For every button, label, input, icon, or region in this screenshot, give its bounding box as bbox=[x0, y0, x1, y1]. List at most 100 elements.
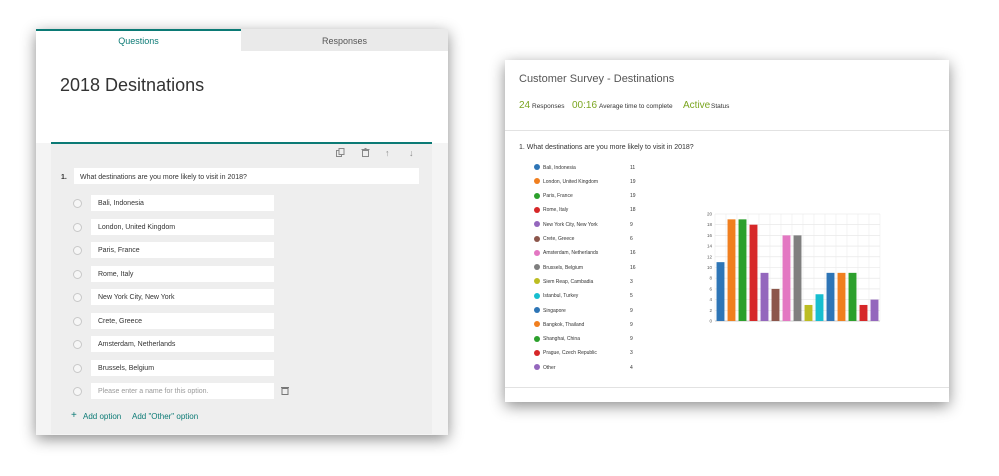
legend-count: 3 bbox=[630, 278, 633, 285]
form-header: 2018 Desitnations bbox=[36, 51, 448, 143]
chart-bar[interactable] bbox=[815, 294, 824, 321]
legend-count: 16 bbox=[630, 264, 636, 271]
chart-bar[interactable] bbox=[793, 235, 802, 321]
y-tick-label: 12 bbox=[707, 254, 713, 259]
legend-swatch bbox=[534, 235, 540, 242]
option-radio[interactable] bbox=[73, 363, 82, 373]
chart-bar[interactable] bbox=[837, 272, 846, 321]
y-tick-label: 6 bbox=[709, 286, 712, 291]
legend-swatch bbox=[534, 221, 540, 228]
legend-swatch bbox=[534, 164, 540, 170]
legend-swatch bbox=[534, 264, 540, 271]
legend-swatch bbox=[534, 278, 540, 285]
legend-label: Istanbul, Turkey bbox=[543, 293, 579, 300]
legend-label: New York City, New York bbox=[543, 221, 598, 228]
chart-bar[interactable] bbox=[716, 262, 725, 321]
legend-label: Bangkok, Thailand bbox=[543, 321, 585, 328]
chart-bar[interactable] bbox=[782, 235, 791, 321]
divider bbox=[505, 387, 949, 388]
legend-swatch bbox=[534, 192, 540, 199]
summary-question-text: 1. What destinations are you more likely… bbox=[519, 144, 694, 151]
tab-questions[interactable]: Questions bbox=[36, 29, 241, 51]
option-label: Bali, Indonesia bbox=[98, 200, 144, 207]
legend-count: 16 bbox=[630, 250, 636, 257]
option-radio[interactable] bbox=[73, 269, 82, 279]
option-label: Brussels, Belgium bbox=[98, 364, 155, 372]
option-label: New York City, New York bbox=[98, 294, 175, 301]
legend-count: 9 bbox=[630, 307, 633, 314]
new-option-placeholder: Please enter a name for this option. bbox=[98, 388, 209, 395]
y-tick-label: 10 bbox=[707, 265, 713, 270]
chart-bar[interactable] bbox=[760, 272, 769, 321]
legend-label: Paris, France bbox=[543, 193, 573, 200]
y-tick-label: 16 bbox=[707, 233, 713, 238]
option-label: Crete, Greece bbox=[98, 317, 142, 325]
trash-icon[interactable] bbox=[361, 148, 370, 159]
survey-title: Customer Survey - Destinations bbox=[519, 73, 675, 85]
legend-swatch bbox=[534, 321, 540, 328]
legend-swatch bbox=[534, 307, 540, 313]
chart-bar[interactable] bbox=[804, 304, 813, 321]
chart-bar[interactable] bbox=[738, 219, 747, 321]
legend-swatch bbox=[534, 349, 540, 356]
arrow-up-icon[interactable]: ↑ bbox=[385, 148, 390, 158]
responses-count: 24 bbox=[519, 100, 531, 111]
trash-icon[interactable] bbox=[281, 386, 289, 397]
legend-label: Bali, Indonesia bbox=[543, 164, 576, 171]
legend-count: 9 bbox=[630, 336, 633, 343]
option-label: London, United Kingdom bbox=[98, 223, 176, 231]
option-radio[interactable] bbox=[73, 293, 82, 302]
chart-bar[interactable] bbox=[870, 299, 879, 321]
legend-swatch bbox=[534, 364, 540, 371]
y-tick-label: 20 bbox=[707, 212, 713, 217]
divider bbox=[505, 130, 949, 131]
legend-label: Crete, Greece bbox=[543, 236, 575, 242]
option-radio[interactable] bbox=[73, 316, 82, 326]
legend-count: 5 bbox=[630, 293, 633, 300]
legend-count: 11 bbox=[630, 164, 636, 171]
legend-count: 19 bbox=[630, 178, 636, 185]
responses-summary-window: Customer Survey - Destinations 24 Respon… bbox=[505, 60, 949, 402]
question-text: What destinations are you more likely to… bbox=[80, 174, 247, 181]
option-radio[interactable] bbox=[73, 340, 82, 349]
legend-label: Singapore bbox=[543, 307, 566, 314]
option-radio[interactable] bbox=[73, 222, 82, 232]
option-label: Rome, Italy bbox=[98, 270, 134, 278]
legend-label: Other bbox=[543, 364, 556, 371]
legend-count: 4 bbox=[630, 364, 633, 371]
option-radio[interactable] bbox=[73, 199, 82, 208]
chart-bar[interactable] bbox=[749, 224, 758, 321]
arrow-down-icon[interactable]: ↓ bbox=[409, 148, 414, 158]
add-other-option-button[interactable]: Add "Other" option bbox=[132, 412, 198, 421]
form-editor-window: Questions Responses 2018 Desitnations ↑ … bbox=[36, 29, 448, 435]
status-label: Status bbox=[711, 103, 730, 110]
legend-count: 19 bbox=[630, 193, 636, 200]
status-value: Active bbox=[683, 100, 711, 111]
chart-bar[interactable] bbox=[771, 288, 780, 321]
form-title[interactable]: 2018 Desitnations bbox=[60, 75, 204, 96]
legend-label: Siem Reap, Cambadia bbox=[543, 278, 594, 285]
y-tick-label: 18 bbox=[707, 222, 713, 227]
add-option-button[interactable]: Add option bbox=[83, 412, 121, 421]
tab-responses[interactable]: Responses bbox=[241, 29, 448, 51]
legend-label: Brussels, Belgium bbox=[543, 264, 584, 271]
legend-count: 18 bbox=[630, 207, 636, 214]
chart-bar[interactable] bbox=[727, 219, 736, 321]
legend-count: 6 bbox=[630, 236, 633, 242]
option-radio[interactable] bbox=[73, 246, 82, 255]
legend-count: 9 bbox=[630, 321, 633, 328]
legend-label: Amsterdam, Netherlands bbox=[543, 250, 599, 257]
average-time-value: 00:16 bbox=[572, 100, 598, 111]
option-radio[interactable] bbox=[73, 387, 82, 396]
legend-count: 9 bbox=[630, 221, 633, 228]
legend-count: 3 bbox=[630, 350, 633, 357]
chart-bar[interactable] bbox=[826, 272, 835, 321]
legend-swatch bbox=[534, 178, 540, 185]
chart-bar[interactable] bbox=[859, 304, 868, 321]
chart-bar[interactable] bbox=[848, 272, 857, 321]
option-label: Amsterdam, Netherlands bbox=[98, 341, 176, 348]
plus-icon: + bbox=[71, 410, 77, 421]
copy-icon[interactable] bbox=[336, 148, 345, 159]
bar-chart: 0 2 4 6 8 10 12 14 16 18 20 bbox=[707, 212, 881, 324]
legend-label: Shanghai, China bbox=[543, 336, 580, 343]
